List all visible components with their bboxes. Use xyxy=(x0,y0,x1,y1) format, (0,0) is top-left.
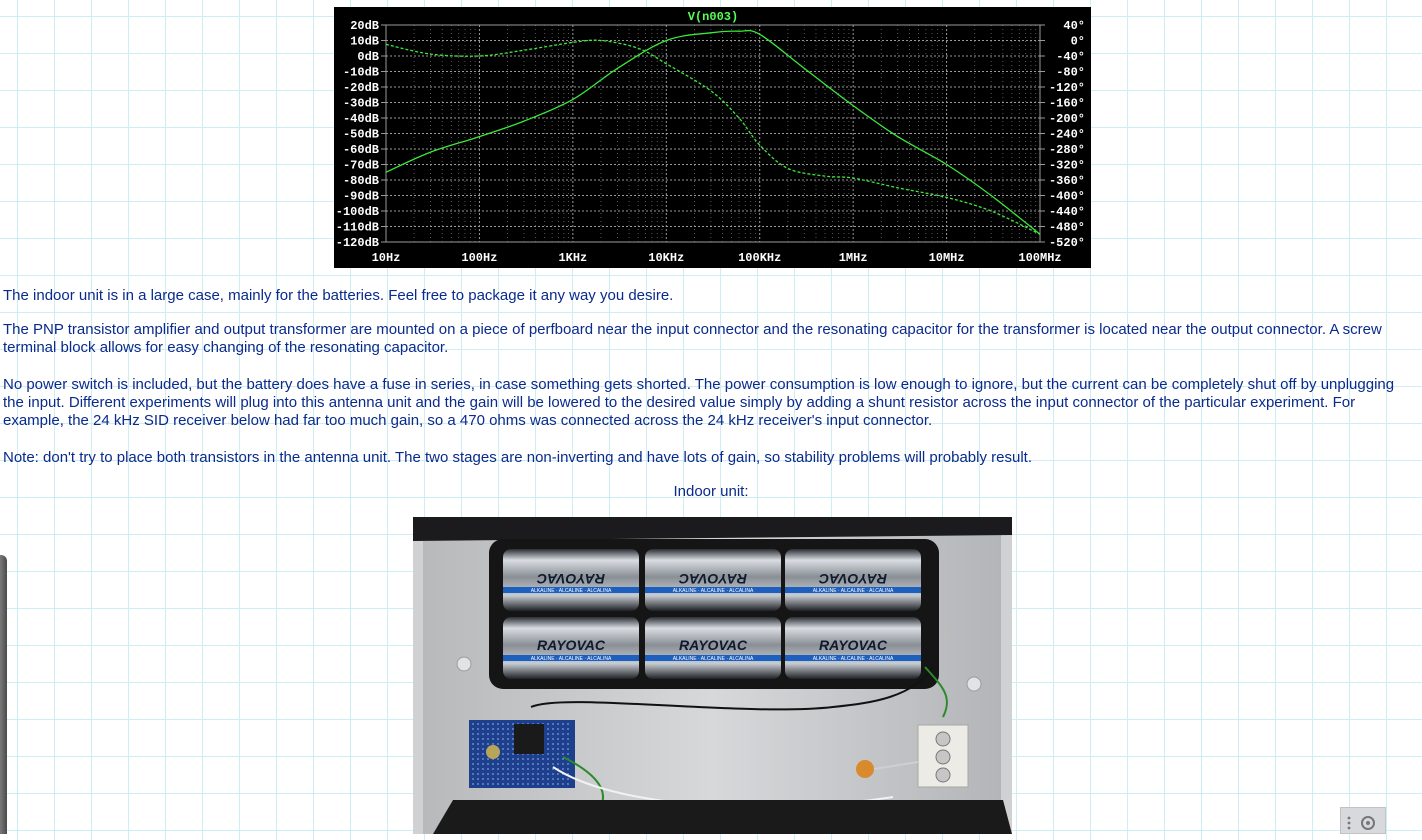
x-tick-label: 1KHz xyxy=(558,251,587,265)
battery-brand-label: RAYOVAC xyxy=(537,637,606,653)
y-left-tick-label: 20dB xyxy=(350,19,379,33)
y-right-tick-label: -120° xyxy=(1049,81,1085,95)
y-right-tick-label: 0° xyxy=(1071,35,1085,49)
y-left-tick-label: -60dB xyxy=(343,143,379,157)
indoor-unit-photo: RAYOVACALKALINE · ALCALINE · ALCALINARAY… xyxy=(413,517,1012,834)
battery-band-label: ALKALINE · ALCALINE · ALCALINA xyxy=(531,656,612,662)
y-right-tick-label: -520° xyxy=(1049,236,1085,250)
paragraph-indoor-unit-case: The indoor unit is in a large case, main… xyxy=(3,287,1415,305)
y-left-tick-label: -30dB xyxy=(343,97,379,111)
y-left-tick-label: -10dB xyxy=(343,66,379,80)
chart-title: V(n003) xyxy=(688,10,738,24)
y-right-tick-label: 40° xyxy=(1063,19,1085,33)
y-right-tick-label: -240° xyxy=(1049,128,1085,142)
left-scrollbar-thumb[interactable] xyxy=(0,555,7,834)
y-left-tick-label: -100dB xyxy=(336,205,379,219)
y-right-tick-label: -200° xyxy=(1049,112,1085,126)
y-left-tick-label: -50dB xyxy=(343,128,379,142)
x-tick-label: 10MHz xyxy=(929,251,965,265)
paragraph-pnp-amplifier: The PNP transistor amplifier and output … xyxy=(3,321,1415,357)
y-left-tick-label: -120dB xyxy=(336,236,379,250)
y-left-tick-label: -40dB xyxy=(343,112,379,126)
y-right-tick-label: -40° xyxy=(1056,50,1085,64)
battery-band-label: ALKALINE · ALCALINE · ALCALINA xyxy=(813,656,894,662)
paragraph-stability-note: Note: don't try to place both transistor… xyxy=(3,449,1415,467)
battery-brand-label: RAYOVAC xyxy=(818,571,887,587)
y-left-tick-label: -90dB xyxy=(343,190,379,204)
battery-band-label: ALKALINE · ALCALINE · ALCALINA xyxy=(531,588,612,594)
y-left-tick-label: 10dB xyxy=(350,35,379,49)
y-left-tick-label: -110dB xyxy=(336,221,379,235)
y-left-tick-label: -80dB xyxy=(343,174,379,188)
x-tick-label: 100Hz xyxy=(461,251,497,265)
indoor-unit-photo-drawing: RAYOVACALKALINE · ALCALINE · ALCALINARAY… xyxy=(413,517,1012,834)
gear-icon xyxy=(1341,808,1387,835)
x-tick-label: 1MHz xyxy=(839,251,868,265)
y-right-tick-label: -160° xyxy=(1049,97,1085,111)
y-right-tick-label: -320° xyxy=(1049,159,1085,173)
battery-band-label: ALKALINE · ALCALINE · ALCALINA xyxy=(813,588,894,594)
x-tick-label: 100KHz xyxy=(738,251,781,265)
bode-plot-chart: 10Hz 100Hz 1KHz 10KHz 100KHz 1MHz 10MHz 100MHz 2… xyxy=(334,7,1091,268)
battery-band-label: ALKALINE · ALCALINE · ALCALINA xyxy=(673,656,754,662)
y-right-tick-label: -280° xyxy=(1049,143,1085,157)
y-left-tick-label: -70dB xyxy=(343,159,379,173)
y-left-tick-label: -20dB xyxy=(343,81,379,95)
y-right-tick-label: -400° xyxy=(1049,190,1085,204)
y-left-tick-label: 0dB xyxy=(357,50,379,64)
x-tick-label: 10Hz xyxy=(372,251,401,265)
battery-brand-label: RAYOVAC xyxy=(679,637,748,653)
battery-band-label: ALKALINE · ALCALINE · ALCALINA xyxy=(673,588,754,594)
indoor-unit-caption: Indoor unit: xyxy=(0,483,1422,501)
y-right-tick-label: -80° xyxy=(1056,66,1085,80)
battery-brand-label: RAYOVAC xyxy=(536,571,605,587)
y-right-tick-label: -440° xyxy=(1049,205,1085,219)
x-tick-label: 10KHz xyxy=(648,251,684,265)
y-right-tick-label: -360° xyxy=(1049,174,1085,188)
y-right-tick-label: -480° xyxy=(1049,221,1085,235)
battery-brand-label: RAYOVAC xyxy=(678,571,747,587)
battery-brand-label: RAYOVAC xyxy=(819,637,888,653)
x-tick-label: 100MHz xyxy=(1018,251,1061,265)
bode-plot-svg: 10Hz 100Hz 1KHz 10KHz 100KHz 1MHz 10MHz 100MHz 2… xyxy=(334,7,1091,268)
corner-settings-button[interactable] xyxy=(1340,807,1386,834)
paragraph-power-switch: No power switch is included, but the bat… xyxy=(3,376,1415,430)
